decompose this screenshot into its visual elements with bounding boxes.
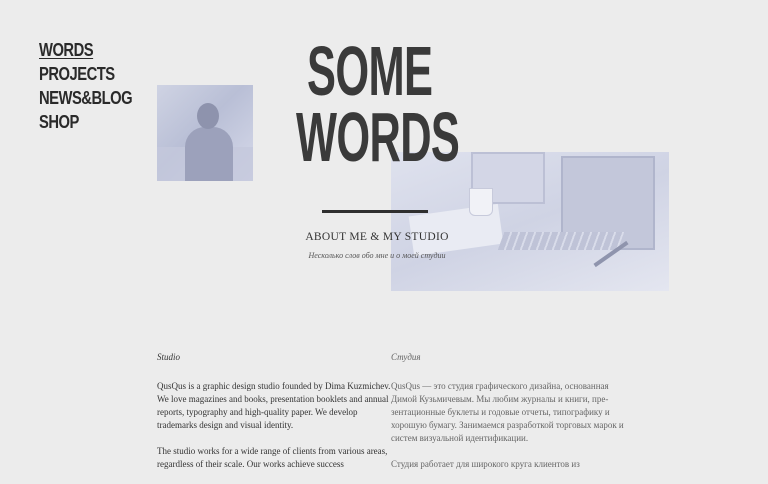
photo-person-body — [185, 127, 233, 181]
nav-shop-link[interactable]: Shop — [39, 110, 132, 134]
studio-paragraph-2-ru: Студия работает для широкого круга клиен… — [391, 459, 580, 469]
page-subtitle: ABOUT ME & MY STUDIO — [305, 231, 449, 243]
studio-paragraph-1-ru: QusQus — это студия графического дизайна… — [391, 381, 624, 443]
studio-heading-ru: Студия — [391, 352, 421, 362]
nav-projects-link[interactable]: Projects — [39, 62, 132, 86]
photo-person-head — [197, 103, 219, 129]
page-title: Some Words — [296, 32, 466, 176]
studio-paragraph-2: The studio works for a wide range of cli… — [157, 446, 388, 469]
studio-column-russian: Студия QusQus — это студия графического … — [391, 351, 631, 484]
page-subtitle-russian: Несколько слов обо мне и о моей студии — [308, 251, 446, 260]
title-divider — [322, 210, 428, 213]
studio-heading: Studio — [157, 352, 181, 362]
photo-mug — [469, 188, 493, 216]
nav-words-link[interactable]: Words — [39, 38, 132, 62]
nav-newsblog-link[interactable]: News&Blog — [39, 86, 133, 110]
photo-keyboard — [497, 232, 625, 250]
page-title-line2: Words — [296, 98, 460, 176]
page-title-line1: Some — [307, 32, 433, 110]
portrait-photo — [157, 85, 253, 181]
studio-column-english: Studio QusQus is a graphic design studio… — [157, 351, 397, 484]
studio-paragraph-1: QusQus is a graphic design studio founde… — [157, 381, 391, 430]
main-nav: Words Projects News&Blog Shop — [39, 38, 153, 134]
